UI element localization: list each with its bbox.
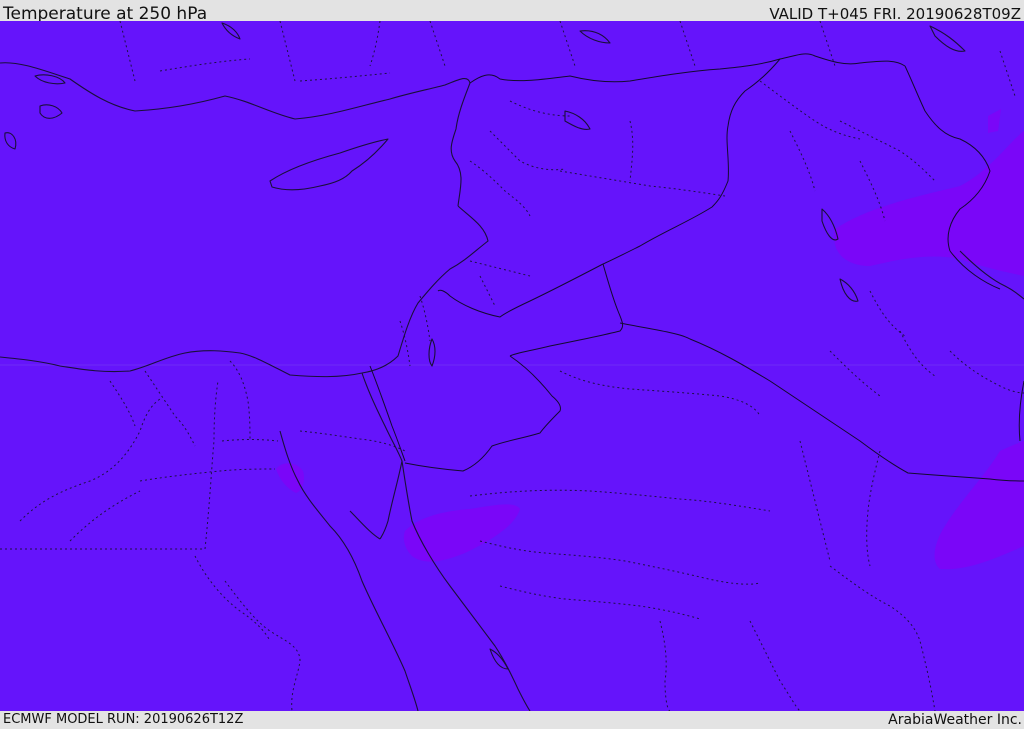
- credit-label: ArabiaWeather Inc.: [888, 712, 1022, 728]
- temperature-field: [0, 21, 1024, 711]
- weather-map: [0, 21, 1024, 711]
- model-run: ECMWF MODEL RUN: 20190626T12Z: [3, 712, 244, 727]
